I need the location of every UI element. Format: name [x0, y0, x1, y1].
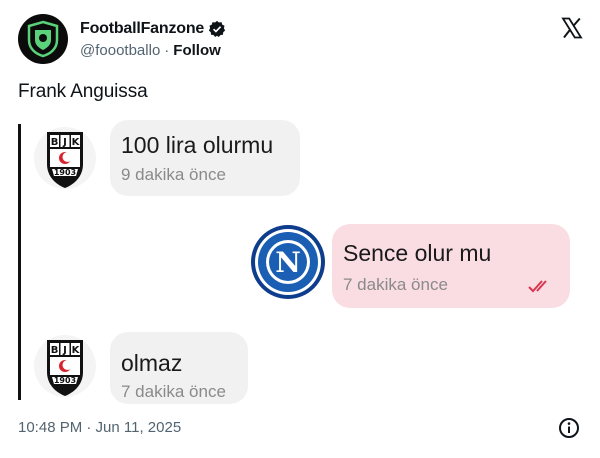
separator-dot: · — [164, 42, 170, 59]
author-handle[interactable]: @foootballo — [80, 42, 160, 59]
message-time: 7 dakika önce — [343, 275, 448, 294]
crest-letter-j: J — [62, 137, 67, 148]
besiktas-crest-icon: B J K 1903 — [34, 335, 96, 397]
napoli-crest-icon: N — [251, 225, 325, 299]
shield-logo-icon — [27, 20, 59, 58]
besiktas-crest-icon: B J K 1903 — [34, 127, 96, 189]
message-time: 9 dakika önce — [121, 165, 226, 184]
info-icon[interactable] — [558, 417, 580, 439]
crest-letter-k: K — [72, 345, 81, 356]
tweet-text: Frank Anguissa — [18, 81, 148, 102]
follow-button[interactable]: Follow — [173, 42, 221, 59]
chat-bubble-incoming: olmaz 7 dakika önce — [110, 332, 248, 404]
crest-year: 1903 — [54, 376, 76, 385]
x-logo-icon[interactable] — [560, 16, 584, 40]
crest-letter-b: B — [51, 137, 59, 148]
message-time: 7 dakika önce — [121, 382, 226, 401]
author-avatar[interactable] — [18, 14, 68, 64]
double-check-icon — [528, 280, 547, 293]
tweet-media-image[interactable]: B J K 1903 100 lira olurmu 9 dakika önce… — [18, 120, 582, 404]
author-display-name[interactable]: FootballFanzone — [80, 20, 204, 38]
crest-letter-b: B — [51, 345, 59, 356]
tweet-timestamp[interactable]: 10:48 PM · Jun 11, 2025 — [18, 419, 181, 436]
thread-line — [18, 124, 21, 400]
verified-badge-icon — [209, 20, 226, 38]
napoli-letter: N — [275, 246, 301, 279]
chat-bubble-outgoing: Sence olur mu 7 dakika önce — [332, 224, 570, 308]
message-text: Sence olur mu — [343, 240, 492, 266]
message-text: olmaz — [121, 350, 183, 376]
author-name-row: FootballFanzone — [80, 20, 226, 38]
crest-letter-k: K — [72, 137, 81, 148]
chat-bubble-incoming: 100 lira olurmu 9 dakika önce — [110, 120, 300, 196]
author-sub-row: @foootballo · Follow — [80, 42, 221, 59]
message-text: 100 lira olurmu — [121, 132, 274, 158]
tweet-header: FootballFanzone @foootballo · Follow — [18, 14, 584, 66]
crest-year: 1903 — [54, 168, 76, 177]
crest-letter-j: J — [62, 345, 67, 356]
